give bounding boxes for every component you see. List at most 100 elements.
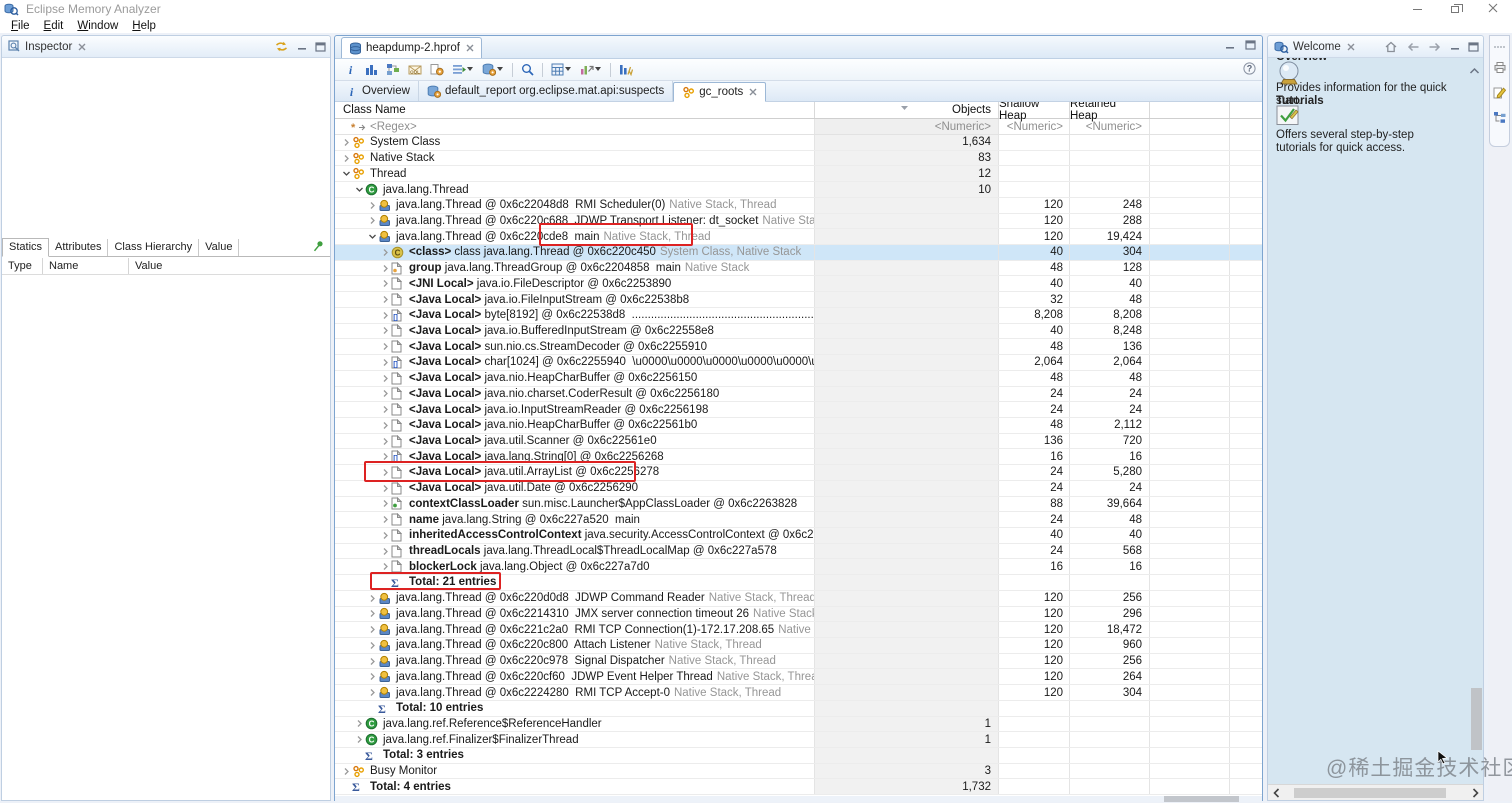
table-row[interactable]: C <class> class java.lang.Thread @ 0x6c22… [335,245,1262,261]
table-row[interactable]: inheritedAccessControlContext java.secur… [335,527,1262,544]
dropdown-caret-icon[interactable] [467,67,474,72]
expand-icon[interactable] [380,248,391,257]
table-row[interactable]: <Java Local> java.nio.HeapCharBuffer @ 0… [335,370,1262,387]
view-tab-gc_roots[interactable]: gc_roots [673,82,767,102]
table-row[interactable]: Σ Total: 10 entries [335,700,1262,717]
tab-statics[interactable]: Statics [2,238,50,257]
table-row[interactable]: <Java Local> java.io.InputStreamReader @… [335,402,1262,418]
table-row[interactable]: <Java Local> java.util.ArrayList @ 0x6c2… [335,465,1262,481]
table-row[interactable]: Σ Total: 3 entries [335,748,1262,764]
table-row[interactable]: Cjava.lang.Thread 10 [335,182,1262,198]
collapse-icon[interactable] [341,169,352,178]
table-row[interactable]: java.lang.Thread @ 0x6c220c800 Attach Li… [335,638,1262,654]
table-row[interactable]: name java.lang.String @ 0x6c227a520 main… [335,512,1262,528]
expand-icon[interactable] [380,279,391,288]
expand-icon[interactable] [380,484,391,493]
calculator-button[interactable] [548,61,575,78]
expand-icon[interactable] [380,531,391,540]
inspector-close-icon[interactable] [78,43,86,51]
collapse-icon[interactable] [354,185,365,194]
drag-handle-icon[interactable] [1493,40,1507,52]
edit-icon[interactable] [1493,86,1507,102]
expand-icon[interactable] [341,767,352,776]
scroll-up-icon[interactable] [1469,66,1480,78]
welcome-vscroll-thumb[interactable] [1471,688,1482,750]
table-row[interactable]: [] <Java Local> java.lang.String[0] @ 0x6… [335,449,1262,466]
scrollbar-thumb[interactable] [1294,788,1446,798]
table-row[interactable]: java.lang.Thread @ 0x6c22048d8 RMI Sched… [335,197,1262,214]
expand-icon[interactable] [367,688,378,697]
dropdown-caret-icon[interactable] [497,67,504,72]
table-row[interactable]: <Java Local> java.nio.HeapCharBuffer @ 0… [335,417,1262,434]
table-row[interactable]: Busy Monitor 3 [335,763,1262,780]
scroll-left-icon[interactable] [1268,787,1284,798]
expand-icon[interactable] [380,452,391,461]
table-row[interactable]: java.lang.Thread @ 0x6c220cde8 main Nativ… [335,229,1262,246]
view-tab-close-icon[interactable] [749,88,757,96]
expand-icon[interactable] [367,594,378,603]
table-row[interactable]: java.lang.Thread @ 0x6c221c2a0 RMI TCP C… [335,622,1262,638]
forward-icon[interactable] [1428,41,1442,53]
table-row[interactable]: contextClassLoader sun.misc.Launcher$App… [335,496,1262,513]
maximize-welcome-icon[interactable] [1468,41,1479,52]
print-icon[interactable] [1493,61,1507,77]
tab-attributes[interactable]: Attributes [49,239,109,256]
column-retained-heap[interactable]: Retained Heap [1069,102,1149,122]
table-row[interactable]: Cjava.lang.ref.Finalizer$FinalizerThread… [335,732,1262,749]
expand-icon[interactable] [380,437,391,446]
hierarchy-icon[interactable] [1493,111,1507,127]
expand-icon[interactable] [367,672,378,681]
editor-tab-heapdump[interactable]: heapdump-2.hprof [341,37,482,58]
query-browser-button[interactable] [479,61,507,78]
table-row[interactable]: <Java Local> java.util.Date @ 0x6c225629… [335,480,1262,497]
export-chart-button[interactable] [577,61,605,78]
expand-icon[interactable] [367,216,378,225]
expand-icon[interactable] [380,358,391,367]
expand-icon[interactable] [367,609,378,618]
expand-icon[interactable] [380,264,391,273]
search-button[interactable] [518,61,537,78]
inspector-tab[interactable]: Inspector [2,36,92,57]
table-row[interactable]: java.lang.Thread @ 0x6c2224280 RMI TCP A… [335,685,1262,701]
table-row[interactable]: System Class 1,634 [335,135,1262,151]
view-tab-overview[interactable]: i Overview [337,81,419,101]
expand-icon[interactable] [380,562,391,571]
expand-icon[interactable] [367,625,378,634]
compare-histogram-button[interactable] [616,61,636,78]
table-row[interactable]: java.lang.Thread @ 0x6c2214310 JMX serve… [335,606,1262,623]
expand-icon[interactable] [367,201,378,210]
table-row[interactable]: Native Stack 83 [335,150,1262,167]
help-icon[interactable]: ? [1243,62,1256,78]
table-row[interactable]: java.lang.Thread @ 0x6c220c688 JDWP Tran… [335,213,1262,230]
column-name[interactable]: Name [42,258,128,274]
minimize-window-button[interactable] [1398,0,1436,18]
editor-tab-close-icon[interactable] [466,44,474,52]
table-row[interactable]: threadLocals java.lang.ThreadLocal$Threa… [335,543,1262,560]
expand-icon[interactable] [354,735,365,744]
table-row[interactable]: group java.lang.ThreadGroup @ 0x6c220485… [335,260,1262,277]
view-tab-default_report[interactable]: default_report org.eclipse.mat.api:suspe… [419,81,674,101]
table-row[interactable]: java.lang.Thread @ 0x6c220d0d8 JDWP Comm… [335,590,1262,607]
info-button[interactable]: i [341,61,360,78]
oql-button[interactable]: OQL [405,61,425,78]
numeric-filter-input[interactable]: <Numeric> [814,119,998,134]
expand-icon[interactable] [380,311,391,320]
table-row[interactable]: Thread 12 [335,166,1262,183]
expand-icon[interactable] [380,499,391,508]
collapse-icon[interactable] [367,232,378,241]
expand-icon[interactable] [380,295,391,304]
expand-icon[interactable] [341,154,352,163]
link-with-snapshot-icon[interactable] [274,40,289,53]
expand-icon[interactable] [380,515,391,524]
table-row[interactable]: java.lang.Thread @ 0x6c220cf60 JDWP Even… [335,669,1262,686]
expand-icon[interactable] [380,468,391,477]
expand-icon[interactable] [380,547,391,556]
table-row[interactable]: blockerLock java.lang.Object @ 0x6c227a7… [335,559,1262,576]
table-row[interactable]: [] <Java Local> byte[8192] @ 0x6c22538d8 … [335,307,1262,324]
expand-icon[interactable] [354,719,365,728]
tab-value[interactable]: Value [199,239,240,256]
table-row[interactable]: <Java Local> java.util.Scanner @ 0x6c225… [335,433,1262,450]
menu-edit[interactable]: Edit [37,20,71,32]
expand-icon[interactable] [341,138,352,147]
column-value[interactable]: Value [128,258,330,274]
